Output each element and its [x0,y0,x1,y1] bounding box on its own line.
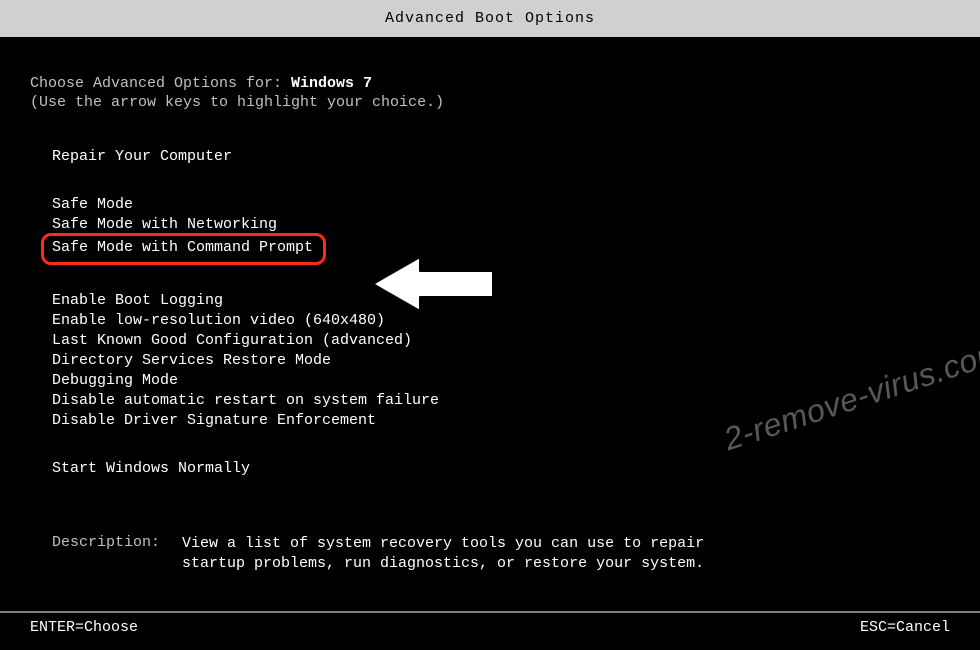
menu-item-safe-mode[interactable]: Safe Mode [52,195,950,215]
safe-mode-group: Safe Mode Safe Mode with Networking Safe… [52,195,950,263]
advanced-group: Enable Boot Logging Enable low-resolutio… [52,291,950,431]
repair-section: Repair Your Computer [52,147,950,167]
menu-item-last-known-good[interactable]: Last Known Good Configuration (advanced) [52,331,950,351]
footer-enter: ENTER=Choose [30,619,138,636]
title-bar: Advanced Boot Options [0,0,980,37]
menu-item-repair[interactable]: Repair Your Computer [52,147,950,167]
description-text: View a list of system recovery tools you… [182,534,742,574]
description-block: Description: View a list of system recov… [30,534,950,574]
choose-prefix: Choose Advanced Options for: [30,75,291,92]
menu-item-debug[interactable]: Debugging Mode [52,371,950,391]
normal-group: Start Windows Normally [52,459,950,479]
footer: ENTER=Choose ESC=Cancel [0,611,980,636]
os-name: Windows 7 [291,75,372,92]
menu-item-disable-driver-sig[interactable]: Disable Driver Signature Enforcement [52,411,950,431]
title-text: Advanced Boot Options [385,10,595,27]
menu-item-ds-restore[interactable]: Directory Services Restore Mode [52,351,950,371]
menu-item-start-normally[interactable]: Start Windows Normally [52,459,950,479]
footer-esc: ESC=Cancel [860,619,950,636]
highlight-box: Safe Mode with Command Prompt [41,233,326,265]
menu-item-disable-auto-restart[interactable]: Disable automatic restart on system fail… [52,391,950,411]
menu-item-safe-mode-cmd[interactable]: Safe Mode with Command Prompt [52,239,313,256]
menu-item-low-res[interactable]: Enable low-resolution video (640x480) [52,311,950,331]
content-area: Choose Advanced Options for: Windows 7 (… [0,37,980,617]
description-label: Description: [52,534,182,551]
menu-item-boot-logging[interactable]: Enable Boot Logging [52,291,950,311]
menu-item-safe-mode-networking[interactable]: Safe Mode with Networking [52,215,950,235]
hint-line: (Use the arrow keys to highlight your ch… [30,94,950,111]
choose-line: Choose Advanced Options for: Windows 7 [30,75,950,92]
